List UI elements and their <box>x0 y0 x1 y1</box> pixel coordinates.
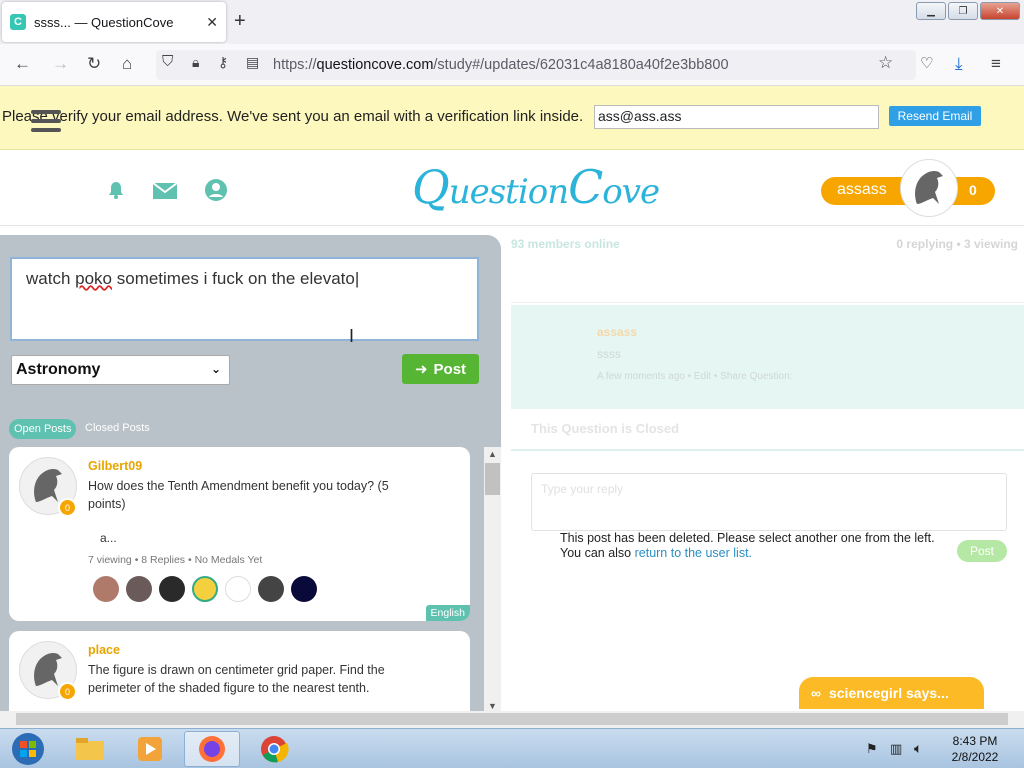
viewer-avatar[interactable] <box>126 576 152 602</box>
subject-select[interactable]: Astronomy ⌄ <box>11 355 230 385</box>
screen: C ssss... — QuestionCove ✕ + ▁ ❐ ✕ ← → ↻… <box>0 0 1024 768</box>
window-controls: ▁ ❐ ✕ <box>916 2 1020 20</box>
scroll-down-icon[interactable]: ▼ <box>488 701 497 711</box>
compose-textarea[interactable]: watch poko sometimes i fuck on the eleva… <box>10 257 479 346</box>
verify-email-banner: Please verify your email address. We've … <box>0 86 1024 150</box>
post-username[interactable]: Gilbert09 <box>88 459 142 473</box>
page-info-icon[interactable]: ▤ <box>246 54 259 71</box>
volume-icon[interactable]: 🔈︎ <box>914 740 922 757</box>
bookmark-star-icon[interactable]: ☆ <box>878 53 893 73</box>
lock-icon[interactable]: 🔒︎ <box>192 54 199 71</box>
home-icon[interactable]: ⌂ <box>122 54 132 74</box>
question-meta: A few moments ago • Edit • Share Questio… <box>597 371 793 382</box>
network-icon[interactable]: ▥ <box>890 741 902 757</box>
closed-notice: This Question is Closed <box>511 409 1024 451</box>
resend-email-button[interactable]: Resend Email <box>889 106 981 126</box>
scrollbar-thumb[interactable] <box>485 463 500 495</box>
windows-taskbar: ⚑ ▥ 🔈︎ 8:43 PM 2/8/2022 <box>0 728 1024 768</box>
members-online: 93 members online <box>511 237 620 251</box>
hamburger-menu-icon[interactable] <box>31 110 61 132</box>
post-question: How does the Tenth Amendment benefit you… <box>88 479 389 511</box>
url-bar[interactable]: ⛉ 🔒︎ ⚷ ▤ https://questioncove.com/study#… <box>156 50 916 80</box>
level-badge: 0 <box>58 682 77 701</box>
restore-icon[interactable]: ❐ <box>948 2 978 20</box>
user-points: 0 <box>969 182 977 198</box>
post-question: The figure is drawn on centimeter grid p… <box>88 663 385 695</box>
viewing-count: 0 replying • 3 viewing <box>896 237 1018 251</box>
browser-tab[interactable]: C ssss... — QuestionCove ✕ <box>2 2 226 42</box>
bell-icon[interactable] <box>106 180 126 203</box>
language-tag: English <box>425 605 470 621</box>
level-badge: 0 <box>58 498 77 517</box>
window-close-icon[interactable]: ✕ <box>980 2 1020 20</box>
questioncove-favicon-icon: C <box>10 14 26 30</box>
shield-icon[interactable]: ⛉ <box>162 53 173 70</box>
post-card[interactable]: 0 Gilbert09 How does the Tenth Amendment… <box>9 447 470 621</box>
user-avatar[interactable] <box>900 159 958 217</box>
tab-close-icon[interactable]: ✕ <box>206 14 218 31</box>
username: assass <box>837 181 887 198</box>
tab-closed-posts[interactable]: Closed Posts <box>85 422 150 434</box>
post-excerpt: a... <box>100 531 117 545</box>
new-tab-icon[interactable]: + <box>234 10 246 33</box>
infinity-icon: ∞ <box>811 685 821 701</box>
posts-scrollbar[interactable]: ▲ ▼ <box>484 447 501 713</box>
viewer-avatar[interactable] <box>192 576 218 602</box>
compose-text: watch poko sometimes i fuck on the eleva… <box>26 269 360 288</box>
url-text[interactable]: https://questioncove.com/study#/updates/… <box>273 57 729 73</box>
page-horizontal-scrollbar[interactable] <box>0 711 1024 728</box>
scroll-up-icon[interactable]: ▲ <box>488 449 497 459</box>
firefox-icon[interactable] <box>184 731 240 767</box>
forward-arrow-icon[interactable]: → <box>52 54 69 74</box>
question-text: ssss <box>597 347 621 361</box>
post-meta: 7 viewing • 8 Replies • No Medals Yet <box>88 554 263 566</box>
site-header: QuestionCove assass 0 <box>0 150 1024 226</box>
viewer-bar <box>511 259 1024 303</box>
deleted-message: This post has been deleted. Please selec… <box>560 531 935 560</box>
tab-title: ssss... — QuestionCove <box>34 14 174 30</box>
viewer-avatar[interactable] <box>159 576 185 602</box>
post-username[interactable]: place <box>88 643 120 657</box>
question-username[interactable]: assass <box>597 325 637 339</box>
post-button[interactable]: ➜ Post <box>402 354 479 384</box>
viewer-avatars <box>93 576 317 602</box>
key-icon[interactable]: ⚷ <box>218 54 228 71</box>
email-field[interactable]: ass@ass.ass <box>594 105 879 129</box>
return-to-user-list-link[interactable]: return to the user list. <box>635 546 752 560</box>
reload-icon[interactable]: ↻ <box>87 54 101 74</box>
scrollbar-thumb[interactable] <box>16 713 1008 725</box>
chat-popup[interactable]: ∞ sciencegirl says... <box>799 677 984 709</box>
minimize-icon[interactable]: ▁ <box>916 2 946 20</box>
mail-icon[interactable] <box>152 182 178 203</box>
viewer-avatar[interactable] <box>291 576 317 602</box>
text-cursor-icon: I <box>349 326 355 346</box>
back-arrow-icon[interactable]: ← <box>14 54 31 74</box>
reply-post-button[interactable]: Post <box>957 540 1007 562</box>
download-icon[interactable]: ⤓ <box>955 54 963 74</box>
question-panel: 93 members online 0 replying • 3 viewing… <box>511 235 1024 709</box>
verify-message: Please verify your email address. We've … <box>2 108 584 125</box>
chrome-icon[interactable] <box>246 731 302 767</box>
arrow-right-icon: ➜ <box>414 361 428 378</box>
viewer-avatar[interactable] <box>258 576 284 602</box>
post-card[interactable]: 0 place The figure is drawn on centimete… <box>9 631 470 713</box>
action-center-icon[interactable]: ⚑ <box>866 741 878 757</box>
profile-icon[interactable] <box>204 178 228 205</box>
pocket-icon[interactable]: ♡ <box>920 54 933 72</box>
viewer-avatar[interactable] <box>93 576 119 602</box>
menu-icon[interactable]: ≡ <box>991 54 1001 74</box>
chevron-down-icon: ⌄ <box>210 362 221 376</box>
browser-nav-bar: ← → ↻ ⌂ ⛉ 🔒︎ ⚷ ▤ https://questioncove.co… <box>0 44 1024 86</box>
system-clock[interactable]: 8:43 PM 2/8/2022 <box>944 733 1006 765</box>
file-explorer-icon[interactable] <box>62 731 118 767</box>
posts-panel: watch poko sometimes i fuck on the eleva… <box>0 235 501 713</box>
browser-tab-bar: C ssss... — QuestionCove ✕ + ▁ ❐ ✕ <box>0 0 1024 44</box>
media-player-icon[interactable] <box>122 731 178 767</box>
question-card: assass ssss A few moments ago • Edit • S… <box>511 305 1024 409</box>
reply-textarea[interactable]: Type your reply <box>531 473 1007 531</box>
viewer-avatar[interactable] <box>225 576 251 602</box>
start-button[interactable] <box>0 731 56 767</box>
questioncove-logo[interactable]: QuestionCove <box>412 160 660 214</box>
tab-open-posts[interactable]: Open Posts <box>9 419 77 439</box>
